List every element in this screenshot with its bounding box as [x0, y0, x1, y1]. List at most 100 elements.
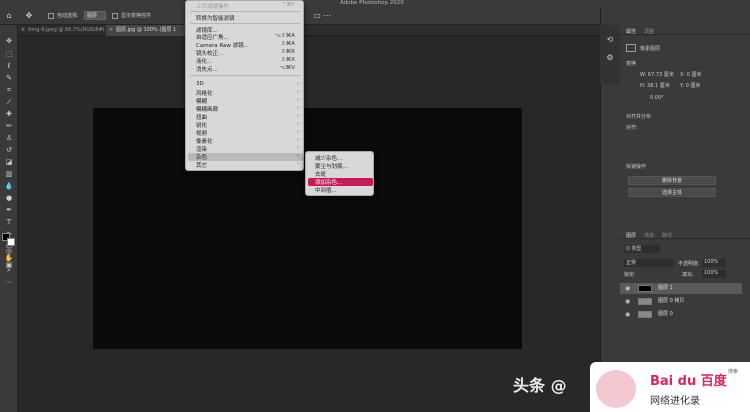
menu-item-sharpen[interactable]: 锐化 [196, 121, 207, 129]
baidu-logo: Bai du 百度 [650, 374, 727, 389]
opacity-field[interactable]: 100% [702, 259, 726, 267]
menu-item-video[interactable]: 视频 [196, 129, 207, 137]
lasso-tool-icon[interactable]: ℓ [4, 62, 14, 71]
quick-mask-icon[interactable]: ◎ [4, 247, 14, 256]
tab-adjustments[interactable]: 调整 [644, 28, 654, 35]
pen-tool-icon[interactable]: ✒ [4, 206, 14, 215]
eye-icon[interactable]: ◉ [625, 296, 630, 307]
tab-paths[interactable]: 路径 [662, 232, 672, 239]
menu-item-vanishing-point[interactable]: 消失点... [196, 65, 218, 73]
distribute-icon[interactable]: ⋯ [322, 11, 332, 21]
layer-row[interactable]: ◉ 图层 0 拷贝 [620, 296, 742, 307]
stamp-tool-icon[interactable]: ♙ [4, 134, 14, 143]
blend-mode-dropdown[interactable]: 正常 [624, 259, 674, 267]
gradient-tool-icon[interactable]: ▥ [4, 170, 14, 179]
align-icon[interactable]: ▭ [312, 11, 322, 21]
layer-name: 图层 1 [658, 285, 673, 291]
tab-layer-jpg[interactable]: × 图层.jpg @ 100% (图层 1 [106, 25, 196, 36]
brush-tool-icon[interactable]: ✏ [4, 122, 14, 131]
eye-icon[interactable]: ◉ [625, 283, 630, 294]
layer-filter-kind[interactable]: Q 类型 [624, 245, 660, 253]
select-subject-button[interactable]: 选择主体 [628, 188, 716, 197]
align-label: 对齐: [626, 125, 638, 131]
show-transform-checkbox[interactable] [112, 13, 118, 19]
menu-item-blur-gallery[interactable]: 模糊画廊 [196, 105, 218, 113]
menu-item-stylize[interactable]: 风格化 [196, 89, 213, 97]
menu-item-despeckle[interactable]: 去斑 [315, 170, 326, 178]
crop-tool-icon[interactable]: ⌗ [4, 86, 14, 95]
y-field[interactable]: Y: 0 厘米 [680, 82, 700, 89]
chevron-right-icon: › [297, 121, 299, 127]
search-label: 搜索 [728, 369, 739, 375]
menu-item-3d[interactable]: 3D [196, 81, 204, 87]
chevron-right-icon: › [297, 137, 299, 143]
menu-item-last-filter[interactable]: 上次滤镜操作 [196, 2, 229, 10]
tab-timg[interactable]: × timg-9.jpeg @ 66.7%(RGB/8#) [18, 25, 106, 36]
type-tool-icon[interactable]: T [4, 218, 14, 227]
layer-row[interactable]: ◉ 图层 1 [620, 283, 742, 294]
x-field[interactable]: X: 0 厘米 [680, 71, 701, 78]
background-color-swatch[interactable] [7, 238, 15, 246]
shortcut-label: ⌥⌘V [279, 65, 295, 71]
healing-tool-icon[interactable]: ✚ [4, 110, 14, 119]
menu-item-liquify[interactable]: 液化... [196, 57, 212, 65]
height-field[interactable]: H: 38.1 厘米 [640, 82, 670, 89]
fill-label: 填充: [682, 272, 694, 278]
menu-item-other[interactable]: 其它 [196, 161, 207, 169]
chevron-right-icon: › [297, 105, 299, 111]
document-tab-bar: × timg-9.jpeg @ 66.7%(RGB/8#) × 图层.jpg @… [18, 25, 600, 36]
layers-tab-row: 图层 通道 路径 [620, 229, 750, 239]
filter-menu: 上次滤镜操作 ^⌘F 转换为智能滤镜 滤镜库... 自适应广角... ⌥⇧⌘A … [185, 0, 304, 171]
tab-layers[interactable]: 图层 [626, 232, 636, 239]
angle-field[interactable]: 0.00° [650, 95, 664, 101]
quick-select-tool-icon[interactable]: ✎ [4, 74, 14, 83]
history-brush-icon[interactable]: ↺ [4, 146, 14, 155]
width-field[interactable]: W: 67.73 厘米 [640, 71, 674, 78]
screen-mode-icon[interactable]: ▣ [4, 261, 14, 270]
close-icon[interactable]: × [21, 25, 25, 36]
layer-row[interactable]: ◉ 图层 0 [620, 309, 742, 320]
blur-tool-icon[interactable]: 💧 [4, 182, 14, 191]
remove-background-button[interactable]: 删除背景 [628, 176, 716, 185]
menu-item-median[interactable]: 中间值... [315, 186, 337, 194]
eyedropper-tool-icon[interactable]: ⁄ [4, 98, 14, 107]
marquee-tool-icon[interactable]: ⬚ [4, 50, 14, 59]
menu-item-blur[interactable]: 模糊 [196, 97, 207, 105]
tab-label: timg-9.jpeg @ 66.7%(RGB/8#) [28, 27, 105, 33]
noise-submenu: 减少杂色... 蒙尘与划痕... 去斑 添加杂色... 中间值... [305, 151, 374, 196]
menu-item-noise[interactable]: 杂色 [196, 153, 207, 161]
menu-item-render[interactable]: 渲染 [196, 145, 207, 153]
adjust-icon[interactable]: ⚙ [605, 53, 615, 63]
chevron-right-icon: › [297, 97, 299, 103]
move-tool-icon[interactable]: ✥ [24, 11, 34, 21]
home-icon[interactable]: ⌂ [4, 11, 14, 21]
history-icon[interactable]: ⟲ [605, 35, 615, 45]
menu-item-adaptive-wide[interactable]: 自适应广角... [196, 33, 229, 41]
chevron-right-icon: › [297, 81, 299, 87]
shortcut-label: ⌥⇧⌘A [274, 33, 295, 39]
eraser-tool-icon[interactable]: ◪ [4, 158, 14, 167]
menu-item-reduce-noise[interactable]: 减少杂色... [315, 154, 342, 162]
auto-select-dropdown[interactable]: 图层 [84, 11, 106, 20]
eye-icon[interactable]: ◉ [625, 309, 630, 320]
menu-item-lens-correction[interactable]: 镜头校正... [196, 49, 223, 57]
tab-channels[interactable]: 通道 [644, 232, 654, 239]
fill-field[interactable]: 100% [702, 270, 726, 278]
layer-name: 图层 0 拷贝 [658, 298, 685, 304]
auto-select-checkbox[interactable] [48, 13, 54, 19]
tab-properties[interactable]: 属性 [626, 28, 636, 35]
dodge-tool-icon[interactable]: ● [4, 194, 14, 203]
menu-item-dust-scratches[interactable]: 蒙尘与划痕... [315, 162, 348, 170]
close-icon[interactable]: × [109, 25, 113, 36]
layer-thumbnail [638, 285, 652, 292]
shortcut-label: ⇧⌘X [281, 57, 295, 63]
menu-item-pixelate[interactable]: 像素化 [196, 137, 213, 145]
menu-item-camera-raw[interactable]: Camera Raw 滤镜... [196, 41, 249, 49]
more-tools-icon[interactable]: ⋯ [4, 278, 14, 287]
move-tool-icon[interactable]: ✥ [4, 37, 14, 46]
toutiao-watermark: 头条 @ [513, 376, 567, 395]
menu-item-convert-smart[interactable]: 转换为智能滤镜 [196, 14, 235, 22]
menu-item-distort[interactable]: 扭曲 [196, 113, 207, 121]
menu-item-add-noise[interactable]: 添加杂色... [315, 178, 342, 186]
image-canvas[interactable] [93, 108, 522, 349]
